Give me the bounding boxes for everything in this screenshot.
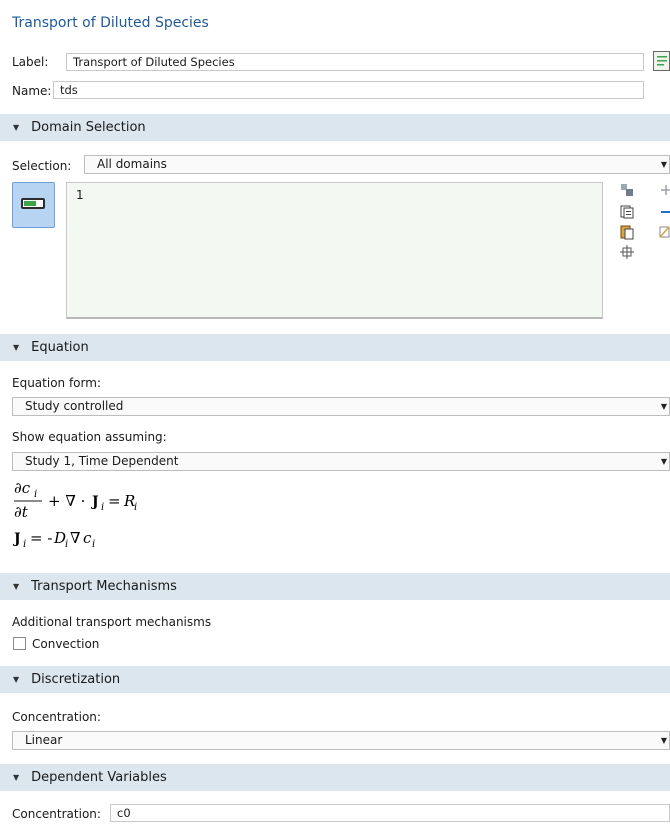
- svg-text:=: =: [108, 492, 121, 510]
- section-domain-selection-title: Domain Selection: [31, 120, 146, 135]
- svg-text:= -: = -: [30, 529, 52, 547]
- collapse-triangle-icon: ▼: [13, 123, 20, 132]
- selection-list[interactable]: 1: [66, 182, 603, 319]
- section-discretization-title: Discretization: [31, 672, 121, 687]
- dependent-concentration-input[interactable]: c0: [110, 804, 670, 822]
- section-domain-selection[interactable]: ▼ Domain Selection: [0, 114, 670, 141]
- copy-selection-icon[interactable]: [620, 183, 634, 197]
- comment-icon[interactable]: [653, 51, 670, 71]
- equation-display: ∂c i ∂t + ∇ · J i = R i J i = - D i ∇ c …: [12, 477, 212, 550]
- selection-caption: Selection:: [12, 159, 72, 173]
- zoom-extents-icon[interactable]: [659, 225, 670, 239]
- name-input[interactable]: tds: [53, 81, 644, 99]
- collapse-triangle-icon: ▼: [13, 343, 20, 352]
- show-equation-caption: Show equation assuming:: [12, 430, 167, 444]
- selection-dropdown-value: All domains: [97, 157, 167, 171]
- convection-label[interactable]: Convection: [32, 637, 99, 651]
- selection-list-item[interactable]: 1: [76, 188, 84, 202]
- section-equation-title: Equation: [31, 340, 89, 355]
- activation-toggle-icon: [21, 198, 45, 209]
- chevron-down-icon: ▼: [660, 160, 667, 169]
- convection-checkbox[interactable]: [13, 637, 26, 650]
- show-equation-value: Study 1, Time Dependent: [25, 454, 179, 468]
- dependent-concentration-caption: Concentration:: [12, 807, 101, 821]
- add-icon[interactable]: [659, 183, 670, 197]
- collapse-triangle-icon: ▼: [13, 675, 20, 684]
- discretization-value: Linear: [25, 733, 63, 747]
- section-transport-title: Transport Mechanisms: [31, 579, 177, 594]
- additional-transport-caption: Additional transport mechanisms: [12, 615, 212, 629]
- name-caption: Name:: [12, 84, 52, 98]
- section-discretization[interactable]: ▼ Discretization: [0, 666, 670, 693]
- chevron-down-icon: ▼: [660, 457, 667, 466]
- svg-text:i: i: [134, 502, 137, 513]
- svg-text:i: i: [92, 539, 95, 549]
- clear-selection-icon[interactable]: [620, 224, 634, 240]
- zoom-to-selection-icon[interactable]: [620, 245, 634, 259]
- equation-form-caption: Equation form:: [12, 376, 101, 390]
- show-equation-dropdown[interactable]: Study 1, Time Dependent ▼: [12, 452, 670, 471]
- chevron-down-icon: ▼: [660, 736, 667, 745]
- svg-text:+ ∇ ·: + ∇ ·: [48, 492, 85, 510]
- svg-text:c: c: [83, 529, 92, 547]
- collapse-triangle-icon: ▼: [13, 773, 20, 782]
- collapse-triangle-icon: ▼: [13, 582, 20, 591]
- section-transport-mechanisms[interactable]: ▼ Transport Mechanisms: [0, 573, 670, 600]
- page-title: Transport of Diluted Species: [12, 15, 209, 31]
- svg-text:J: J: [12, 531, 21, 547]
- chevron-down-icon: ▼: [660, 402, 667, 411]
- section-dependent-variables[interactable]: ▼ Dependent Variables: [0, 764, 670, 791]
- selection-dropdown[interactable]: All domains ▼: [84, 155, 670, 174]
- label-caption: Label:: [12, 55, 49, 69]
- svg-text:i: i: [65, 539, 68, 549]
- remove-icon[interactable]: [659, 205, 670, 219]
- svg-text:i: i: [23, 539, 26, 549]
- equation-form-value: Study controlled: [25, 399, 124, 413]
- equation-form-dropdown[interactable]: Study controlled ▼: [12, 397, 670, 416]
- svg-text:i: i: [101, 502, 104, 513]
- discretization-dropdown[interactable]: Linear ▼: [12, 731, 670, 750]
- svg-text:i: i: [34, 489, 37, 500]
- activation-toggle-button[interactable]: [12, 182, 55, 228]
- svg-text:∂c: ∂c: [14, 479, 31, 497]
- label-input[interactable]: Transport of Diluted Species: [66, 53, 644, 71]
- svg-text:∂t: ∂t: [14, 503, 29, 521]
- svg-text:∇: ∇: [70, 529, 80, 547]
- svg-text:J: J: [90, 494, 99, 510]
- section-dependent-variables-title: Dependent Variables: [31, 770, 167, 785]
- section-equation[interactable]: ▼ Equation: [0, 334, 670, 361]
- discretization-concentration-caption: Concentration:: [12, 710, 101, 724]
- paste-selection-icon[interactable]: [620, 205, 634, 219]
